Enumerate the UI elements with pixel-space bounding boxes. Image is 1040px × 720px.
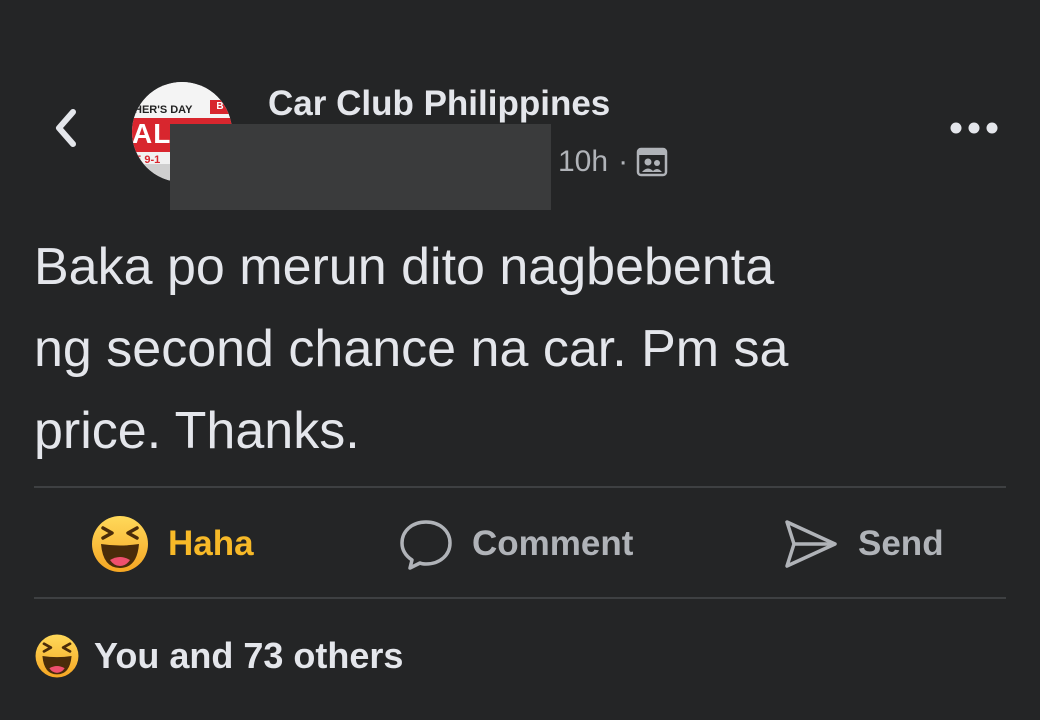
comment-label: Comment xyxy=(472,524,634,563)
group-name-link[interactable]: Car Club Philippines xyxy=(268,84,610,124)
avatar-text-line2: AL xyxy=(132,118,172,149)
haha-reaction-button[interactable]: Haha xyxy=(90,512,254,576)
post-screen: HER'S DAY B AL E 9-1 Car Club Philippine… xyxy=(0,0,1040,720)
post-body: Baka po merun dito nagbebenta ng second … xyxy=(34,226,994,472)
send-label: Send xyxy=(858,524,944,563)
redacted-author-box xyxy=(170,124,551,210)
haha-emoji-icon xyxy=(92,516,148,572)
back-button[interactable] xyxy=(42,100,90,156)
divider-top xyxy=(34,486,1006,488)
avatar-text-line1: HER'S DAY xyxy=(134,104,193,116)
avatar-text-badge: B xyxy=(210,100,230,114)
post-time[interactable]: 10h xyxy=(558,145,608,179)
reactions-summary[interactable]: You and 73 others xyxy=(34,630,403,682)
post-meta: 10h · xyxy=(558,142,668,182)
more-horizontal-icon xyxy=(950,122,998,134)
chevron-left-icon xyxy=(56,109,76,147)
haha-label: Haha xyxy=(168,524,254,563)
post-text-line: Baka po merun dito nagbebenta xyxy=(34,238,775,296)
post-text-line: ng second chance na car. Pm sa xyxy=(34,320,789,378)
divider-bottom xyxy=(34,597,1006,599)
group-members-icon xyxy=(636,147,668,177)
meta-separator: · xyxy=(618,145,629,178)
more-options-button[interactable] xyxy=(944,110,1004,146)
send-icon xyxy=(785,520,837,568)
post-text-line: price. Thanks. xyxy=(34,402,360,460)
comment-icon xyxy=(400,520,452,570)
comment-button[interactable]: Comment xyxy=(398,512,633,576)
haha-emoji-icon xyxy=(35,634,79,678)
send-button[interactable]: Send xyxy=(782,512,944,576)
reactions-summary-text: You and 73 others xyxy=(94,635,404,676)
